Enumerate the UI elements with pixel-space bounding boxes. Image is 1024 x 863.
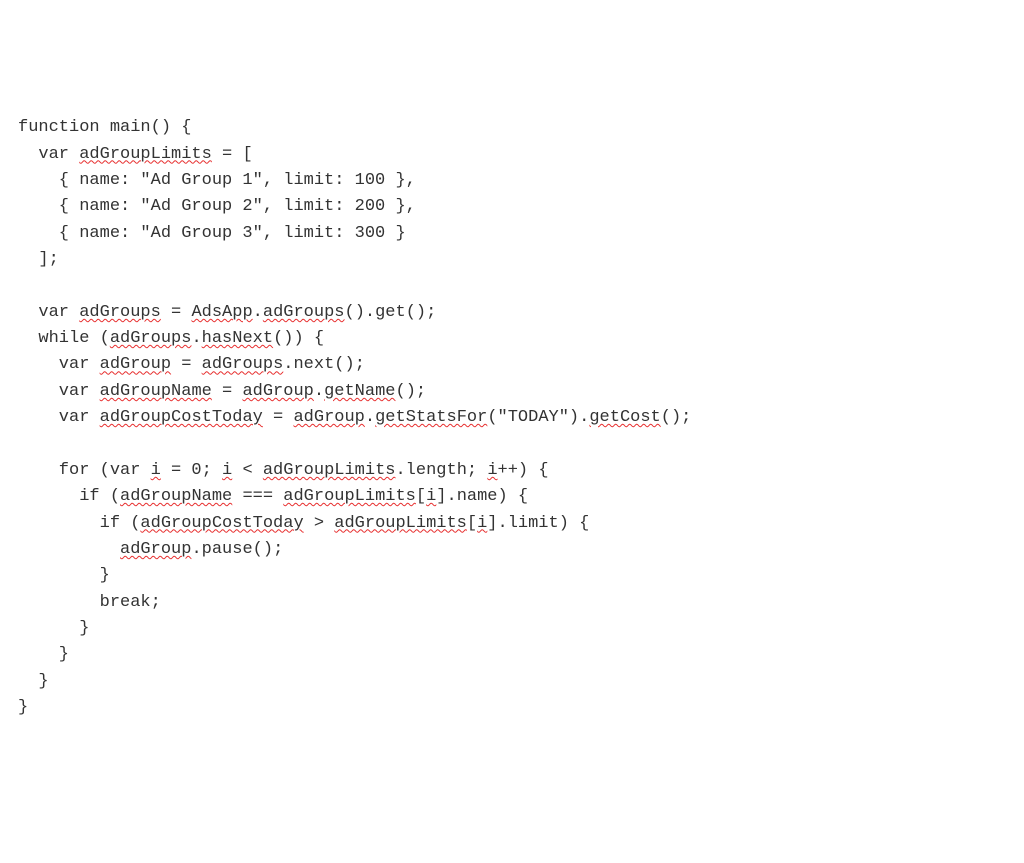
- code-text: }: [18, 566, 110, 585]
- code-text: }: [18, 645, 69, 664]
- spellcheck-token: adGroupName: [100, 382, 212, 401]
- code-text: }: [18, 619, 89, 638]
- code-text: { name: "Ad Group 3", limit: 300 }: [18, 224, 406, 243]
- spellcheck-token: adGroupLimits: [283, 487, 416, 506]
- spellcheck-token: adGroupCostToday: [140, 514, 303, 533]
- code-text: { name: "Ad Group 1", limit: 100 },: [18, 171, 416, 190]
- code-text: if (: [18, 514, 140, 533]
- code-text: for (var: [18, 461, 151, 480]
- code-text: break;: [18, 593, 161, 612]
- code-text: }: [18, 672, 49, 691]
- code-text: ].name) {: [436, 487, 528, 506]
- code-text: ();: [396, 382, 427, 401]
- code-line: [18, 432, 1006, 458]
- spellcheck-token: i: [487, 461, 497, 480]
- spellcheck-token: adGroupLimits: [263, 461, 396, 480]
- spellcheck-token: adGroupName: [120, 487, 232, 506]
- code-line: if (adGroupCostToday > adGroupLimits[i].…: [18, 511, 1006, 537]
- code-text: .: [253, 303, 263, 322]
- code-text: ++) {: [498, 461, 549, 480]
- code-text: .length;: [395, 461, 487, 480]
- code-text: { name: "Ad Group 2", limit: 200 },: [18, 197, 416, 216]
- code-text: }: [18, 698, 28, 717]
- spellcheck-token: adGroup: [120, 540, 191, 559]
- code-text: [: [467, 514, 477, 533]
- code-line: while (adGroups.hasNext()) {: [18, 326, 1006, 352]
- code-text: ().get();: [345, 303, 437, 322]
- spellcheck-token: getCost: [589, 408, 660, 427]
- spellcheck-token: adGroup: [242, 382, 313, 401]
- spellcheck-token: adGroups: [202, 355, 284, 374]
- code-text: var: [18, 355, 100, 374]
- code-text: .pause();: [191, 540, 283, 559]
- spellcheck-token: adGroups: [263, 303, 345, 322]
- spellcheck-token: i: [426, 487, 436, 506]
- code-line: var adGroupName = adGroup.getName();: [18, 379, 1006, 405]
- code-text: .: [191, 329, 201, 348]
- spellcheck-token: adGroups: [79, 303, 161, 322]
- spellcheck-token: i: [477, 514, 487, 533]
- spellcheck-token: adGroupLimits: [79, 145, 212, 164]
- code-line: { name: "Ad Group 3", limit: 300 }: [18, 221, 1006, 247]
- spellcheck-token: hasNext: [202, 329, 273, 348]
- spellcheck-token: i: [151, 461, 161, 480]
- code-text: ();: [661, 408, 692, 427]
- code-line: if (adGroupName === adGroupLimits[i].nam…: [18, 484, 1006, 510]
- code-text: =: [171, 355, 202, 374]
- code-line: }: [18, 616, 1006, 642]
- code-line: ];: [18, 247, 1006, 273]
- code-text: function main() {: [18, 118, 191, 137]
- code-text: ===: [232, 487, 283, 506]
- code-text: ].limit) {: [487, 514, 589, 533]
- code-line: var adGroup = adGroups.next();: [18, 352, 1006, 378]
- code-line: function main() {: [18, 115, 1006, 141]
- code-text: =: [263, 408, 294, 427]
- code-text: var: [18, 303, 79, 322]
- code-text: var: [18, 408, 100, 427]
- code-text: = [: [212, 145, 253, 164]
- code-line: }: [18, 695, 1006, 721]
- code-text: = 0;: [161, 461, 222, 480]
- code-text: =: [212, 382, 243, 401]
- code-text: ];: [18, 250, 59, 269]
- code-text: .: [365, 408, 375, 427]
- code-text: =: [161, 303, 192, 322]
- spellcheck-token: adGroupLimits: [334, 514, 467, 533]
- code-text: .next();: [283, 355, 365, 374]
- code-line: { name: "Ad Group 2", limit: 200 },: [18, 194, 1006, 220]
- code-line: var adGroups = AdsApp.adGroups().get();: [18, 300, 1006, 326]
- code-text: .: [314, 382, 324, 401]
- spellcheck-token: getStatsFor: [375, 408, 487, 427]
- code-text: [: [416, 487, 426, 506]
- code-text: ()) {: [273, 329, 324, 348]
- code-line: [18, 273, 1006, 299]
- spellcheck-token: i: [222, 461, 232, 480]
- code-line: }: [18, 669, 1006, 695]
- code-line: for (var i = 0; i < adGroupLimits.length…: [18, 458, 1006, 484]
- code-text: while (: [18, 329, 110, 348]
- code-line: { name: "Ad Group 1", limit: 100 },: [18, 168, 1006, 194]
- spellcheck-token: adGroup: [100, 355, 171, 374]
- spellcheck-token: adGroup: [293, 408, 364, 427]
- code-text: >: [304, 514, 335, 533]
- code-text: var: [18, 382, 100, 401]
- code-block: function main() { var adGroupLimits = [ …: [18, 115, 1006, 721]
- spellcheck-token: adGroups: [110, 329, 192, 348]
- code-line: var adGroupLimits = [: [18, 142, 1006, 168]
- code-text: <: [232, 461, 263, 480]
- code-text: var: [18, 145, 79, 164]
- code-text: if (: [18, 487, 120, 506]
- spellcheck-token: AdsApp: [191, 303, 252, 322]
- code-line: var adGroupCostToday = adGroup.getStatsF…: [18, 405, 1006, 431]
- spellcheck-token: getName: [324, 382, 395, 401]
- code-line: adGroup.pause();: [18, 537, 1006, 563]
- code-text: ("TODAY").: [487, 408, 589, 427]
- spellcheck-token: adGroupCostToday: [100, 408, 263, 427]
- code-line: }: [18, 642, 1006, 668]
- code-line: }: [18, 563, 1006, 589]
- code-text: [18, 540, 120, 559]
